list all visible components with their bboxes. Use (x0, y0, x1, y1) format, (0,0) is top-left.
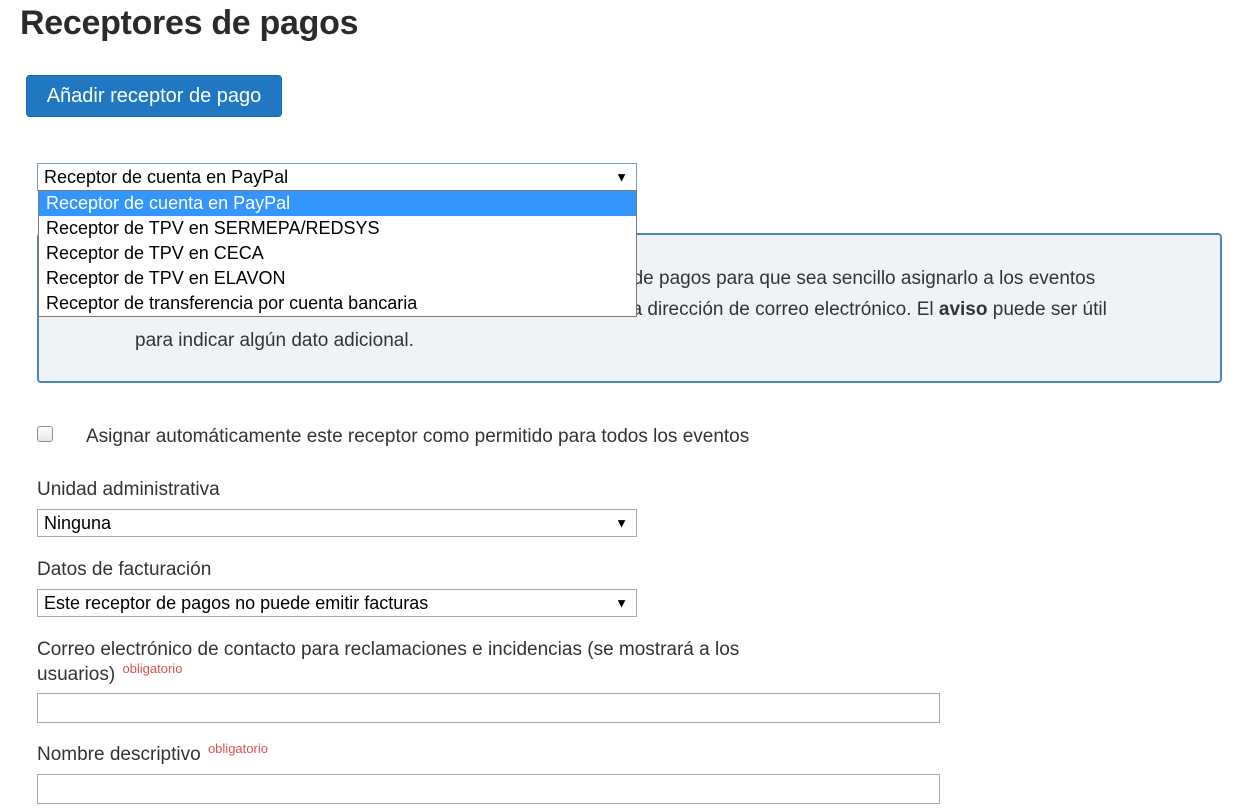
descriptive-name-label: Nombre descriptivo obligatorio (37, 742, 268, 767)
contact-email-label: Correo electrónico de contacto para recl… (37, 637, 857, 687)
admin-unit-selected-value: Ninguna (44, 512, 112, 533)
dropdown-option-sermepa-redsys[interactable]: Receptor de TPV en SERMEPA/REDSYS (39, 216, 636, 241)
add-payment-receiver-button[interactable]: Añadir receptor de pago (26, 75, 282, 117)
admin-unit-select[interactable]: Ninguna ▼ (37, 509, 637, 537)
admin-unit-label: Unidad administrativa (37, 479, 220, 500)
info-aviso-bold: aviso (938, 299, 988, 320)
auto-assign-label[interactable]: Asignar automáticamente este receptor co… (86, 426, 749, 448)
chevron-down-icon[interactable]: ▼ (615, 516, 628, 531)
chevron-down-icon[interactable]: ▼ (615, 170, 628, 185)
contact-email-label-text: usuarios) (37, 664, 116, 685)
descriptive-name-label-text: Nombre descriptivo (37, 744, 201, 765)
receiver-type-dropdown-list: Receptor de cuenta en PayPal Receptor de… (38, 190, 637, 317)
chevron-down-icon[interactable]: ▼ (615, 596, 628, 611)
dropdown-option-paypal[interactable]: Receptor de cuenta en PayPal (39, 191, 636, 216)
contact-email-label-line-2: usuarios) obligatorio (37, 662, 857, 687)
receiver-type-select[interactable]: Receptor de cuenta en PayPal ▼ (37, 163, 637, 191)
contact-email-input[interactable] (37, 693, 940, 723)
contact-email-label-line-1: Correo electrónico de contacto para recl… (37, 639, 740, 660)
descriptive-name-input[interactable] (37, 774, 940, 804)
billing-select[interactable]: Este receptor de pagos no puede emitir f… (37, 589, 637, 617)
info-line-2-start: na dirección de correo electrónico. El (621, 299, 939, 320)
info-line-3: para indicar algún dato adicional. (135, 330, 414, 351)
billing-selected-value: Este receptor de pagos no puede emitir f… (44, 592, 429, 613)
info-line-2-end: puede ser útil (987, 299, 1107, 320)
required-marker: obligatorio (122, 660, 183, 676)
billing-label: Datos de facturación (37, 559, 212, 580)
dropdown-option-bank-transfer[interactable]: Receptor de transferencia por cuenta ban… (39, 291, 636, 316)
auto-assign-checkbox[interactable] (37, 426, 53, 442)
receiver-type-selected-value: Receptor de cuenta en PayPal (44, 166, 289, 187)
dropdown-option-elavon[interactable]: Receptor de TPV en ELAVON (39, 266, 636, 291)
dropdown-option-ceca[interactable]: Receptor de TPV en CECA (39, 241, 636, 266)
page: Receptores de pagos Añadir receptor de p… (0, 0, 1257, 812)
required-marker: obligatorio (207, 740, 268, 756)
page-title: Receptores de pagos (20, 4, 359, 42)
